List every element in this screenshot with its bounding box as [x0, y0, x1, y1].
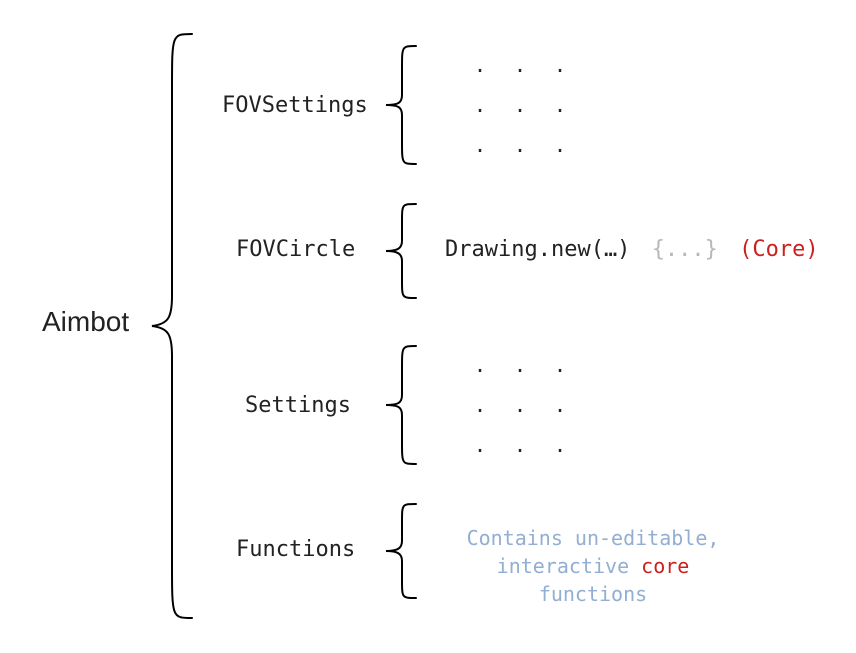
dot: . [554, 353, 566, 377]
dot: . [474, 393, 486, 417]
dot: . [514, 133, 526, 157]
root-label: Aimbot [42, 306, 129, 338]
sub-brace-4-icon [380, 498, 420, 604]
functions-desc-line2a: interactive [497, 554, 642, 578]
functions-desc-line1: Contains un-editable, [467, 526, 720, 550]
sub-brace-2-icon [380, 198, 420, 304]
fovcircle-core-tag: (Core) [739, 237, 818, 262]
functions-core-word: core [641, 554, 689, 578]
sub-brace-1-icon [380, 40, 420, 170]
child-functions: Functions [236, 537, 355, 562]
fovcircle-placeholder: {...} [652, 237, 718, 262]
fovcircle-content: Drawing.new(…) {...} (Core) [445, 237, 819, 262]
fovsettings-dots: . . . . . . . . . [460, 45, 580, 165]
settings-dots: . . . . . . . . . [460, 345, 580, 465]
dot: . [554, 393, 566, 417]
dot: . [514, 393, 526, 417]
fovcircle-call: Drawing.new(…) [445, 237, 630, 262]
main-brace-icon [146, 28, 196, 624]
dot: . [474, 353, 486, 377]
dot: . [514, 53, 526, 77]
dot: . [474, 93, 486, 117]
child-fovsettings: FOVSettings [222, 93, 368, 118]
dot: . [474, 53, 486, 77]
dot: . [514, 353, 526, 377]
sub-brace-3-icon [380, 340, 420, 470]
child-settings: Settings [245, 393, 351, 418]
dot: . [514, 433, 526, 457]
functions-description: Contains un-editable, interactive core f… [438, 524, 748, 608]
functions-desc-line2b: functions [539, 582, 647, 606]
dot: . [474, 133, 486, 157]
dot: . [554, 133, 566, 157]
dot: . [554, 53, 566, 77]
dot: . [474, 433, 486, 457]
dot: . [514, 93, 526, 117]
dot: . [554, 93, 566, 117]
dot: . [554, 433, 566, 457]
child-fovcircle: FOVCircle [236, 237, 355, 262]
